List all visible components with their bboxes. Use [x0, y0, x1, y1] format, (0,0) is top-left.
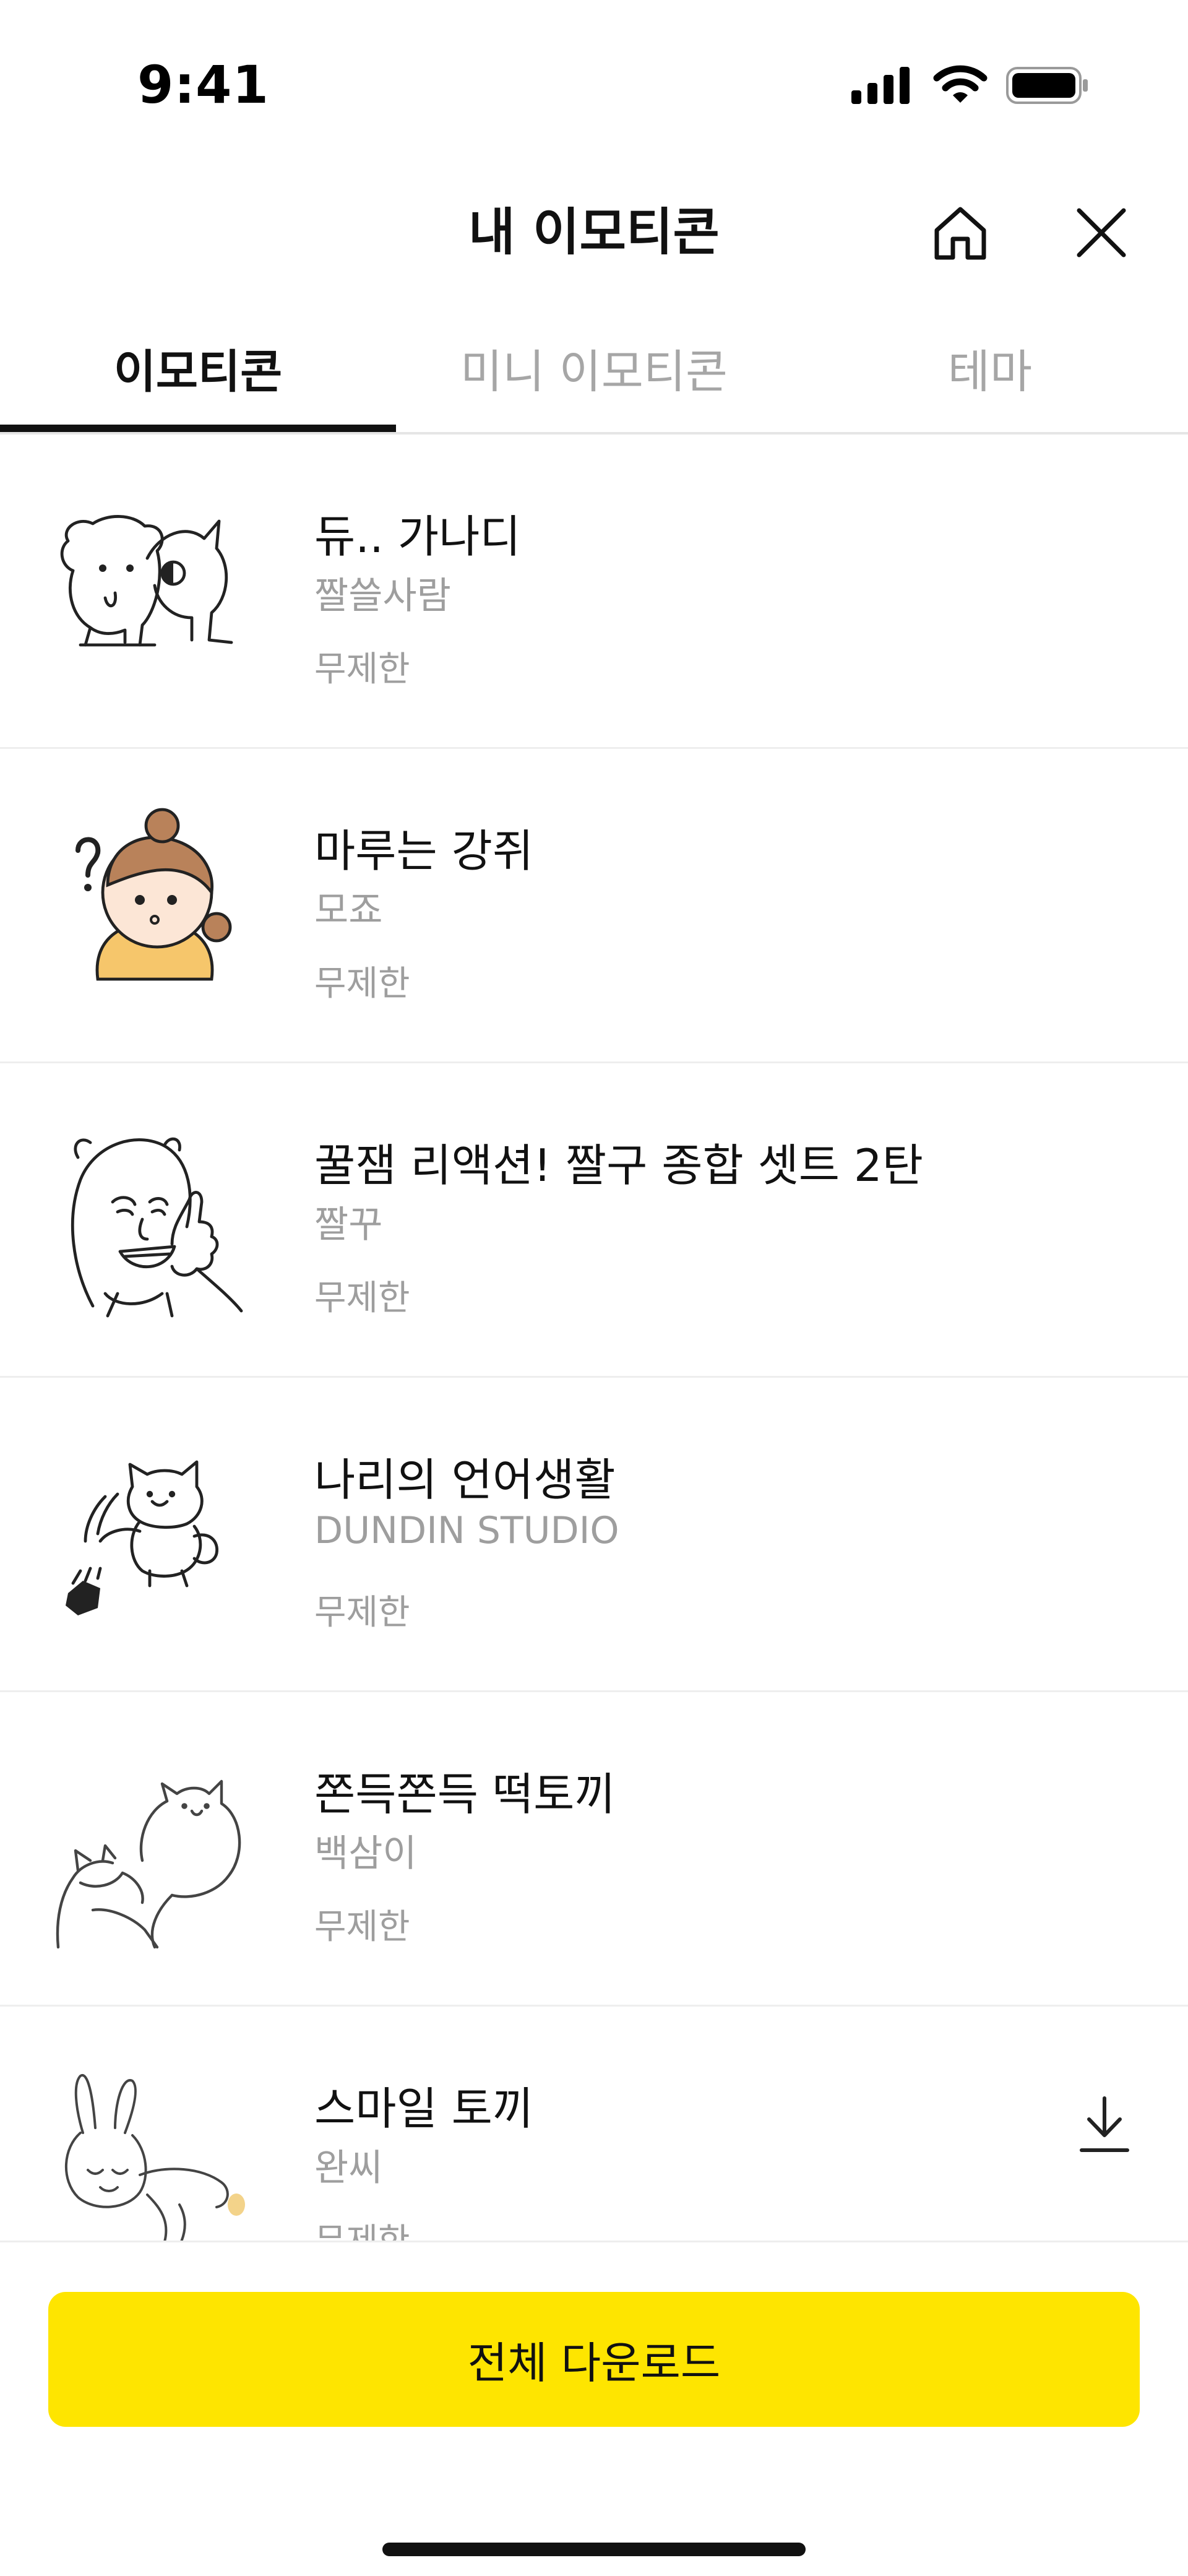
signal-icon [851, 67, 910, 104]
emoticon-title: 꿀잼 리액션! 짤구 종합 셋트 2탄 [314, 1139, 923, 1191]
emoticon-title: 스마일 토끼 [314, 2083, 534, 2135]
emoticon-item-4[interactable]: 나리의 언어생활 DUNDIN STUDIO 무제한 [0, 1378, 1188, 1692]
emoticon-duration: 무제한 [314, 964, 410, 1004]
status-time: 9:41 [137, 54, 269, 115]
emoticon-item-2[interactable]: 마루는 강쥐 모죠 무제한 [0, 749, 1188, 1063]
emoticon-thumbnail [56, 1779, 241, 1949]
emoticon-author: 백삼이 [314, 1832, 417, 1875]
emoticon-list[interactable]: 듀.. 가나디 짤쓸사람 무제한 마루는 강쥐 모죠 무제한 꿀잼 리액션! 짤… [0, 434, 1188, 2241]
emoticon-author: 모죠 [314, 889, 383, 932]
tab-emoticon[interactable]: 이모티콘 [0, 303, 396, 432]
bottom-action-bar: 전체 다운로드 [0, 2241, 1188, 2576]
emoticon-thumbnail [66, 1460, 218, 1615]
emoticon-author: 짤꾸 [314, 1203, 383, 1247]
emoticon-duration: 무제한 [314, 1907, 410, 1947]
home-indicator[interactable] [382, 2543, 806, 2556]
active-tab-indicator [0, 425, 396, 432]
emoticon-item-1[interactable]: 듀.. 가나디 짤쓸사람 무제한 [0, 434, 1188, 749]
download-all-button[interactable]: 전체 다운로드 [48, 2292, 1140, 2427]
tab-theme[interactable]: 테마 [792, 303, 1188, 432]
emoticon-author: 완씨 [314, 2146, 383, 2190]
wifi-icon [933, 65, 988, 103]
emoticon-title: 듀.. 가나디 [314, 511, 521, 563]
emoticon-title: 마루는 강쥐 [314, 825, 534, 877]
emoticon-duration: 무제한 [314, 1593, 410, 1633]
emoticon-title: 쫀득쫀득 떡토끼 [314, 1768, 616, 1820]
download-icon[interactable] [1077, 2093, 1132, 2155]
emoticon-thumbnail [75, 808, 232, 981]
emoticon-duration: 무제한 [314, 649, 410, 689]
emoticon-item-6[interactable]: 스마일 토끼 완씨 무제한 [0, 2007, 1188, 2241]
emoticon-item-3[interactable]: 꿀잼 리액션! 짤구 종합 셋트 2탄 짤꾸 무제한 [0, 1063, 1188, 1378]
emoticon-author: 짤쓸사람 [314, 574, 451, 618]
tab-mini-emoticon[interactable]: 미니 이모티콘 [396, 303, 792, 432]
home-icon [934, 207, 986, 260]
home-button[interactable] [923, 196, 997, 270]
close-icon [1077, 208, 1126, 257]
emoticon-thumbnail [71, 1137, 243, 1318]
page-title: 내 이모티콘 [468, 203, 720, 262]
battery-icon [1006, 67, 1088, 104]
emoticon-thumbnail [65, 2073, 245, 2241]
emoticon-duration: 무제한 [314, 2213, 410, 2241]
close-button[interactable] [1064, 196, 1138, 270]
emoticon-title: 나리의 언어생활 [314, 1454, 616, 1506]
emoticon-thumbnail [60, 515, 233, 647]
tab-bar: 이모티콘 미니 이모티콘 테마 [0, 303, 1188, 434]
emoticon-item-5[interactable]: 쫀득쫀득 떡토끼 백삼이 무제한 [0, 1692, 1188, 2007]
emoticon-duration: 무제한 [314, 1278, 410, 1318]
header: 내 이모티콘 [0, 161, 1188, 297]
status-bar: 9:41 [0, 0, 1188, 161]
emoticon-author: DUNDIN STUDIO [314, 1509, 619, 1552]
